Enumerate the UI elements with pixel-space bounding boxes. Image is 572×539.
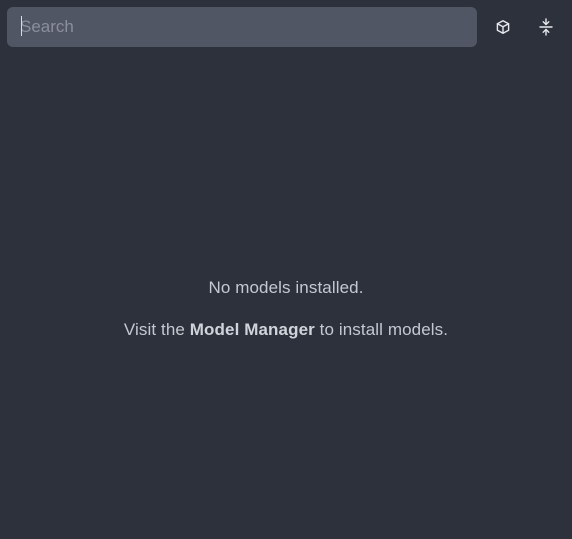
empty-state-prefix: Visit the: [123, 320, 190, 339]
cube-icon: [495, 19, 511, 35]
empty-state-suffix: to install models.: [314, 320, 449, 339]
empty-state-title: No models installed.: [208, 278, 364, 297]
model-panel: No models installed. Visit the Model Man…: [0, 0, 572, 539]
search-input[interactable]: [7, 7, 477, 47]
cube-button[interactable]: [488, 12, 518, 42]
text-caret: [21, 16, 22, 36]
collapse-all-button[interactable]: [531, 12, 561, 42]
collapse-vertical-icon: [538, 18, 554, 36]
empty-state-message: Visit the Model Manager to install model…: [0, 320, 572, 340]
model-manager-link[interactable]: Model Manager: [190, 320, 315, 339]
